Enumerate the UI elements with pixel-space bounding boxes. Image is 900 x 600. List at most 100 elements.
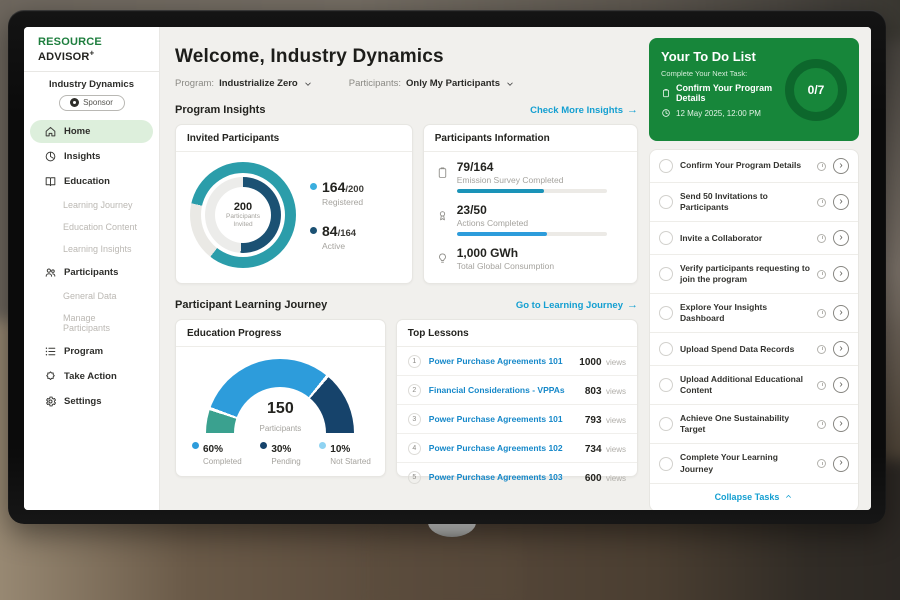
sidebar-item-education[interactable]: Education [30,170,153,193]
action-icon [44,370,57,383]
actions-completed-row: 23/50 Actions Completed [436,203,625,236]
top-lessons-card: Top Lessons 1 Power Purchase Agreements … [396,319,638,477]
progress-fill [457,189,544,193]
sidebar-nav: Home Insights Education Learning Journey… [24,120,159,413]
card-title: Participants Information [424,125,637,152]
participants-select[interactable]: Participants: Only My Participants [349,78,515,89]
legend-registered: 164/200 Registered [310,179,364,207]
screen: RESOURCE ADVISOR+ Industry Dynamics Spon… [24,27,871,510]
invited-participants-card: Invited Participants 200 Participants In… [175,124,413,284]
people-icon [44,266,57,279]
task-checkbox[interactable] [659,378,673,392]
task-checkbox[interactable] [659,231,673,245]
sidebar-item-participants[interactable]: Participants [30,261,153,284]
lesson-link[interactable]: Financial Considerations - VPPAs [429,385,577,395]
sidebar-item-take-action[interactable]: Take Action [30,365,153,388]
task-checkbox[interactable] [659,457,673,471]
task-open-button[interactable]: › [833,305,849,321]
task-row: Confirm Your Program Details › [650,150,858,183]
sidebar-item-general-data[interactable]: General Data [30,286,153,306]
task-row: Send 50 Invitations to Participants › [650,183,858,222]
clock-icon [817,270,826,279]
task-checkbox[interactable] [659,306,673,320]
program-select[interactable]: Program: Industrialize Zero [175,78,313,89]
card-title: Education Progress [176,320,385,347]
arrow-right-icon: → [627,299,638,311]
legend-dot [310,227,317,234]
emission-survey-row: 79/164 Emission Survey Completed [436,160,625,193]
task-checkbox[interactable] [659,159,673,173]
todo-title: Your To Do List [661,49,777,64]
task-checkbox[interactable] [659,195,673,209]
clock-icon [817,309,826,318]
clock-icon [817,459,826,468]
task-open-button[interactable]: › [833,416,849,432]
legend-dot [260,442,267,449]
task-list-card: Confirm Your Program Details › Send 50 I… [649,149,859,510]
legend-completed: 60% Completed [192,439,242,466]
lesson-link[interactable]: Power Purchase Agreements 101 [429,356,572,366]
task-open-button[interactable]: › [833,341,849,357]
sidebar-item-program[interactable]: Program [30,340,153,363]
clock-icon [817,381,826,390]
task-checkbox[interactable] [659,417,673,431]
legend-dot [319,442,326,449]
task-open-button[interactable]: › [833,266,849,282]
page-title: Welcome, Industry Dynamics [175,46,638,68]
legend-dot [192,442,199,449]
arrow-right-icon: → [627,104,638,116]
legend-dot [310,183,317,190]
clock-icon [661,108,671,118]
sponsor-icon [70,98,79,107]
gauge-center-value: 150 [234,400,326,418]
donut-center-value: 200 [234,201,252,213]
legend-active: 84/164 Active [310,223,364,251]
badge-icon [436,209,449,222]
task-checkbox[interactable] [659,267,673,281]
task-row: Invite a Collaborator › [650,222,858,255]
task-open-button[interactable]: › [833,158,849,174]
task-row: Upload Additional Educational Content › [650,366,858,405]
lesson-link[interactable]: Power Purchase Agreements 101 [429,414,577,424]
section-title: Participant Learning Journey [175,299,327,311]
task-open-button[interactable]: › [833,377,849,393]
sidebar-item-home[interactable]: Home [30,120,153,143]
learning-cards-row: Education Progress 150 Participants [175,319,638,477]
sidebar-program-name: Industry Dynamics [24,79,159,90]
task-row: Upload Spend Data Records › [650,333,858,366]
lesson-rank: 4 [408,442,421,455]
sidebar-item-learning-insights[interactable]: Learning Insights [30,239,153,259]
insights-cards-row: Invited Participants 200 Participants In… [175,124,638,284]
lesson-link[interactable]: Power Purchase Agreements 102 [429,443,577,453]
clock-icon [817,420,826,429]
chevron-down-icon [505,79,515,89]
task-row: Complete Your Learning Journey › [650,444,858,483]
task-open-button[interactable]: › [833,194,849,210]
sidebar-item-settings[interactable]: Settings [30,390,153,413]
task-open-button[interactable]: › [833,230,849,246]
monitor-stand-column [372,536,522,600]
participants-information-card: Participants Information 79/164 Emission… [423,124,638,284]
sidebar-item-manage-participants[interactable]: Manage Participants [30,308,153,338]
lesson-row: 3 Power Purchase Agreements 101 793 view… [397,405,637,434]
task-open-button[interactable]: › [833,456,849,472]
check-more-insights-link[interactable]: Check More Insights → [530,104,638,116]
lesson-row: 4 Power Purchase Agreements 102 734 view… [397,434,637,463]
lesson-rank: 1 [408,355,421,368]
app-logo: RESOURCE ADVISOR+ [24,36,159,63]
sidebar-item-insights[interactable]: Insights [30,145,153,168]
sidebar-item-learning-journey[interactable]: Learning Journey [30,195,153,215]
lesson-link[interactable]: Power Purchase Agreements 103 [429,472,577,482]
education-progress-card: Education Progress 150 Participants [175,319,386,477]
sidebar: RESOURCE ADVISOR+ Industry Dynamics Spon… [24,27,160,510]
collapse-tasks-link[interactable]: Collapse Tasks [650,484,858,510]
card-title: Top Lessons [397,320,637,347]
list-icon [44,345,57,358]
progress-track [457,232,607,236]
task-checkbox[interactable] [659,342,673,356]
go-to-learning-journey-link[interactable]: Go to Learning Journey → [516,299,638,311]
sidebar-item-education-content[interactable]: Education Content [30,217,153,237]
task-row: Verify participants requesting to join t… [650,255,858,294]
lightbulb-icon [436,252,449,265]
lesson-rank: 3 [408,413,421,426]
